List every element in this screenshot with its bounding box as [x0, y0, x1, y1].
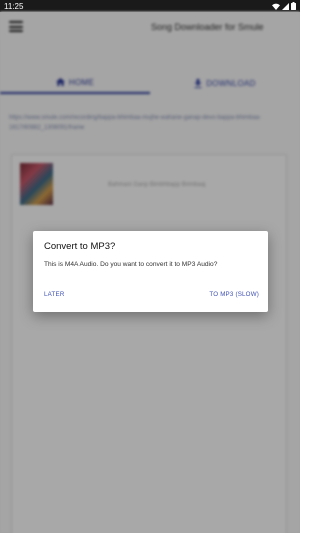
wifi-icon: [272, 3, 280, 10]
dialog-title: Convert to MP3?: [44, 241, 116, 252]
convert-to-mp3-button[interactable]: TO MP3 (SLOW): [209, 291, 259, 298]
signal-icon: [282, 2, 289, 10]
status-time: 11:25: [4, 1, 24, 11]
screen: 11:25 Song Downloader for Smule HOME DOW…: [0, 0, 300, 533]
status-icons: [272, 2, 296, 10]
convert-dialog: Convert to MP3? This is M4A Audio. Do yo…: [33, 231, 268, 312]
status-bar: 11:25: [0, 0, 300, 12]
dialog-message: This is M4A Audio. Do you want to conver…: [44, 261, 218, 268]
later-button[interactable]: LATER: [44, 291, 64, 298]
battery-icon: [291, 2, 296, 10]
